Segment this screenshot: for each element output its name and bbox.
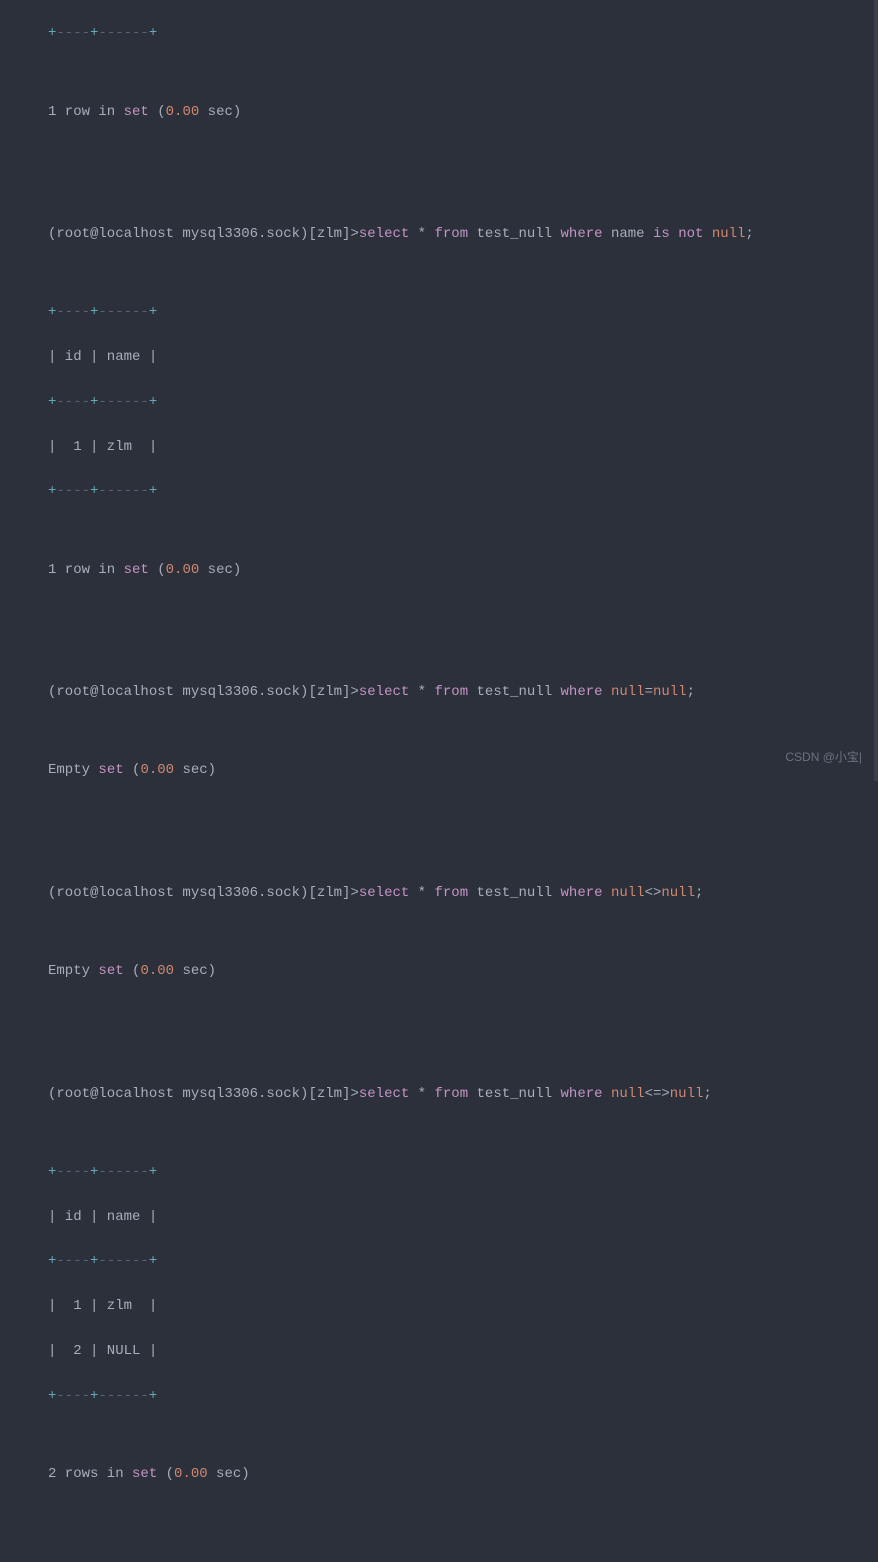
sql-query-2: (root@localhost mysql3306.sock)[zlm]>sel… xyxy=(48,681,830,703)
sql-query-4: (root@localhost mysql3306.sock)[zlm]>sel… xyxy=(48,1083,830,1105)
table-border: +----+------+ xyxy=(48,22,830,44)
table-header: | id | name | xyxy=(48,1206,830,1228)
watermark: CSDN @小宝| xyxy=(785,748,862,767)
table-border: +----+------+ xyxy=(48,301,830,323)
table-border: +----+------+ xyxy=(48,1385,830,1407)
result-summary: 2 rows in set (0.00 sec) xyxy=(48,1463,830,1485)
result-summary: 1 row in set (0.00 sec) xyxy=(48,101,830,123)
table-row: | 2 | NULL | xyxy=(48,1340,830,1362)
scrollbar[interactable] xyxy=(874,0,878,781)
result-summary: 1 row in set (0.00 sec) xyxy=(48,559,830,581)
table-border: +----+------+ xyxy=(48,480,830,502)
table-row: | 1 | zlm | xyxy=(48,1295,830,1317)
result-summary: Empty set (0.00 sec) xyxy=(48,960,830,982)
result-summary: Empty set (0.00 sec) xyxy=(48,759,830,781)
table-border: +----+------+ xyxy=(48,1161,830,1183)
table-border: +----+------+ xyxy=(48,1250,830,1272)
table-header: | id | name | xyxy=(48,346,830,368)
table-border: +----+------+ xyxy=(48,391,830,413)
table-row: | 1 | zlm | xyxy=(48,436,830,458)
sql-query-1: (root@localhost mysql3306.sock)[zlm]>sel… xyxy=(48,223,830,245)
terminal-output: +----+------+ 1 row in set (0.00 sec) (r… xyxy=(0,0,878,1562)
sql-query-3: (root@localhost mysql3306.sock)[zlm]>sel… xyxy=(48,882,830,904)
